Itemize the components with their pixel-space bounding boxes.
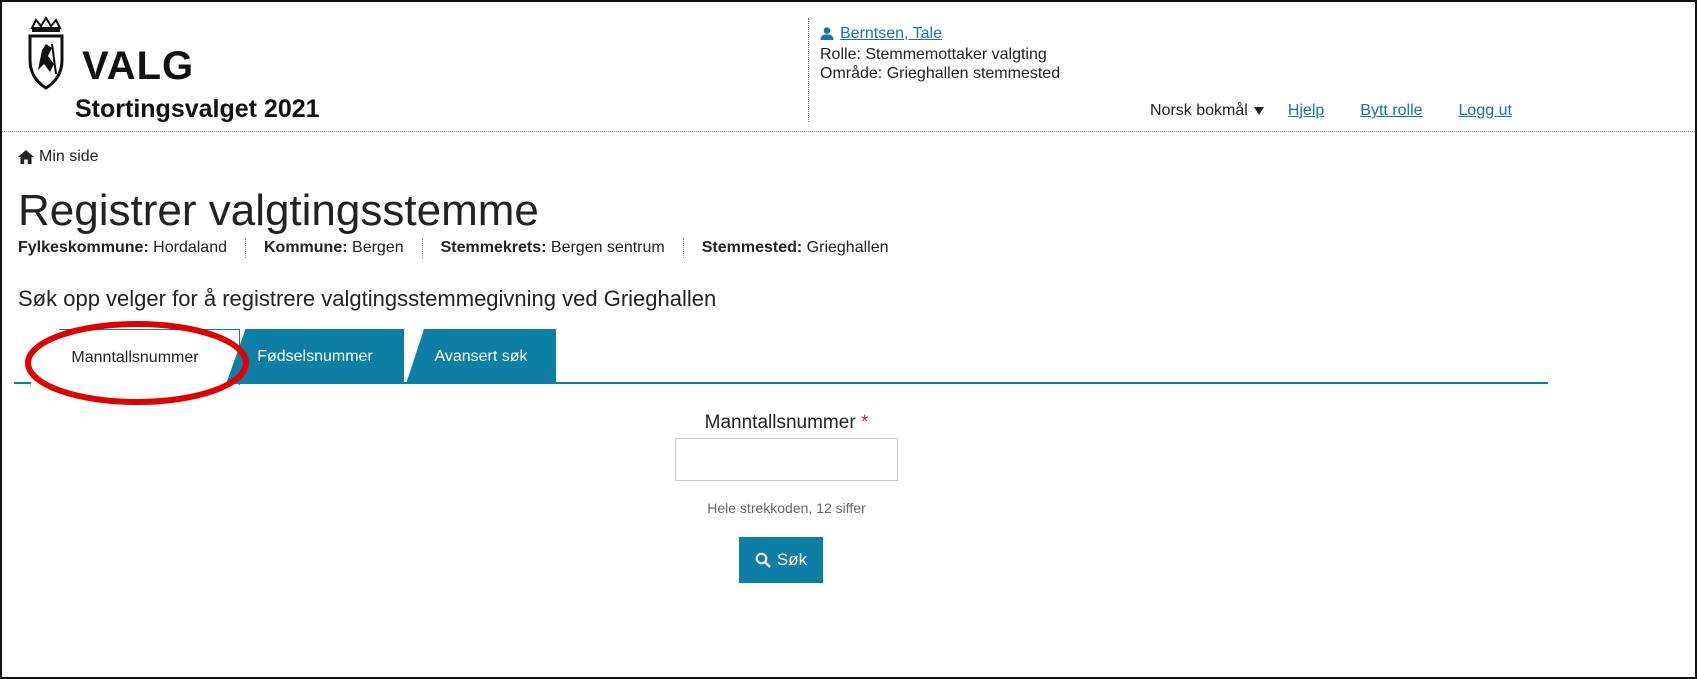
- field-hint: Hele strekkoden, 12 siffer: [707, 500, 866, 516]
- meta-county: Fylkeskommune: Hordaland: [18, 239, 227, 256]
- logo-subtitle: Stortingsvalget 2021: [75, 95, 320, 123]
- user-area: Område: Grieghallen stemmested: [820, 65, 1061, 82]
- header-divider: [808, 18, 809, 122]
- tab-avansert-sok[interactable]: Avansert søk: [406, 329, 556, 384]
- switch-role-link[interactable]: Bytt rolle: [1360, 102, 1422, 120]
- logout-link[interactable]: Logg ut: [1459, 102, 1512, 120]
- user-role: Rolle: Stemmemottaker valgting: [820, 46, 1047, 63]
- tab-manntallsnummer[interactable]: Manntallsnummer: [30, 329, 240, 385]
- site-header: VALG Stortingsvalget 2021 Berntsen, Tale…: [2, 2, 1695, 132]
- user-name-link[interactable]: Berntsen, Tale: [820, 24, 942, 43]
- logo-title: VALG: [82, 44, 195, 88]
- language-label: Norsk bokmål: [1150, 102, 1248, 119]
- search-button[interactable]: Søk: [739, 537, 823, 583]
- user-info: Berntsen, Tale Rolle: Stemmemottaker val…: [820, 24, 1060, 83]
- language-selector[interactable]: Norsk bokmål: [1150, 102, 1264, 120]
- page-title: Registrer valgtingsstemme: [18, 186, 539, 235]
- required-mark: *: [860, 412, 869, 433]
- search-button-label: Søk: [776, 550, 808, 569]
- top-nav: Norsk bokmål Hjelp Bytt rolle Logg ut: [1150, 102, 1512, 120]
- home-icon: [18, 150, 34, 164]
- meta-divider: [245, 238, 246, 258]
- breadcrumb-home: Min side: [39, 148, 99, 165]
- caret-down-icon: [1253, 107, 1264, 115]
- user-name: Berntsen, Tale: [840, 25, 942, 42]
- field-label: Manntallsnummer *: [704, 412, 869, 433]
- lead-text: Søk opp velger for å registrere valgting…: [18, 286, 717, 311]
- meta-divider: [421, 238, 423, 258]
- coat-of-arms-icon: [28, 16, 64, 90]
- meta-divider: [682, 238, 684, 258]
- user-icon: [820, 27, 834, 40]
- help-link[interactable]: Hjelp: [1288, 102, 1324, 120]
- meta-district: Stemmekrets: Bergen sentrum: [440, 239, 665, 256]
- search-icon: [755, 552, 771, 568]
- location-meta: Fylkeskommune: Hordaland Kommune: Bergen…: [18, 238, 889, 258]
- meta-municipality: Kommune: Bergen: [264, 239, 404, 256]
- breadcrumb[interactable]: Min side: [18, 148, 99, 166]
- tab-fodselsnummer[interactable]: Fødselsnummer: [226, 329, 404, 384]
- manntallsnummer-input[interactable]: [675, 438, 898, 481]
- meta-polling-place: Stemmested: Grieghallen: [701, 239, 889, 256]
